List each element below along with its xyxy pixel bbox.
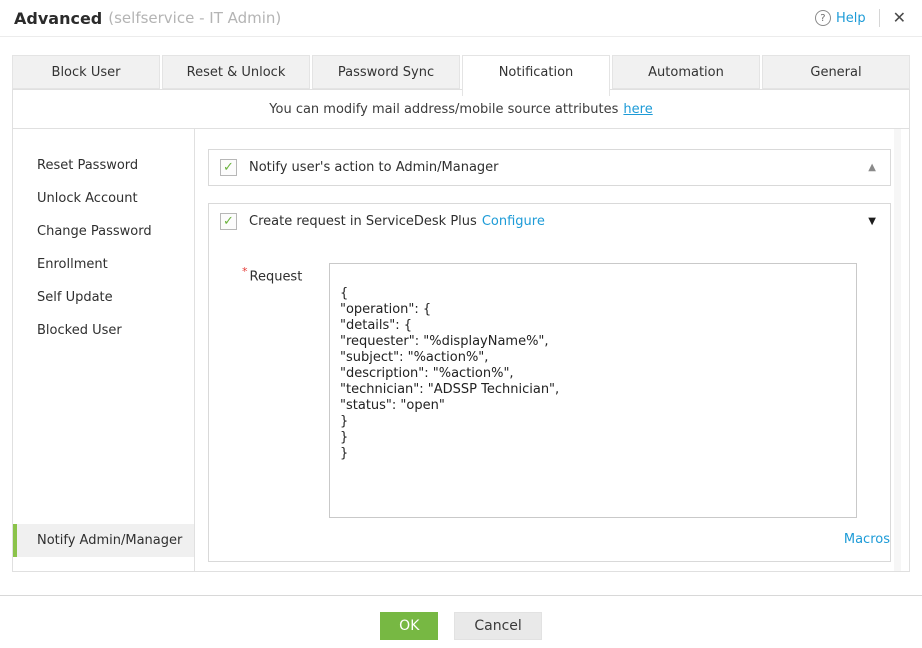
request-label: *Request — [242, 263, 329, 518]
notice-text: You can modify mail address/mobile sourc… — [269, 102, 618, 117]
request-field-row: *Request { "operation": { "details": { "… — [242, 263, 890, 518]
collapse-arrow-icon[interactable]: ▲ — [868, 162, 876, 173]
sidebar-item-reset-password[interactable]: Reset Password — [13, 149, 194, 182]
expand-arrow-icon[interactable]: ▼ — [868, 216, 876, 227]
tab-reset-unlock[interactable]: Reset & Unlock — [162, 55, 310, 89]
header-actions: ? Help ✕ — [815, 9, 906, 27]
checkmark-icon: ✓ — [223, 215, 234, 228]
sidebar: Reset Password Unlock Account Change Pas… — [13, 129, 195, 571]
tab-block-user[interactable]: Block User — [12, 55, 160, 89]
tab-general[interactable]: General — [762, 55, 910, 89]
servicedesk-label: Create request in ServiceDesk Plus — [249, 214, 477, 229]
notify-action-label: Notify user's action to Admin/Manager — [249, 160, 499, 175]
page-subtitle: (selfservice - IT Admin) — [108, 9, 281, 27]
required-asterisk: * — [242, 265, 248, 278]
notice-bar: You can modify mail address/mobile sourc… — [13, 90, 909, 129]
sidebar-item-enrollment[interactable]: Enrollment — [13, 248, 194, 281]
tab-automation[interactable]: Automation — [612, 55, 760, 89]
cancel-button[interactable]: Cancel — [454, 612, 541, 640]
tab-content-panel: You can modify mail address/mobile sourc… — [12, 89, 910, 572]
close-icon[interactable]: ✕ — [893, 10, 906, 26]
tab-notification[interactable]: Notification — [462, 55, 610, 96]
dialog-header: Advanced (selfservice - IT Admin) ? Help… — [0, 0, 922, 37]
servicedesk-section-header: ✓ Create request in ServiceDesk Plus Con… — [209, 204, 890, 239]
ok-button[interactable]: OK — [380, 612, 438, 640]
vertical-scrollbar[interactable] — [894, 129, 901, 571]
checkmark-icon: ✓ — [223, 161, 234, 174]
servicedesk-checkbox[interactable]: ✓ — [220, 213, 237, 230]
macros-link[interactable]: Macros — [844, 532, 890, 547]
request-label-text: Request — [250, 269, 303, 284]
sidebar-item-blocked-user[interactable]: Blocked User — [13, 314, 194, 347]
macros-row: Macros — [242, 532, 890, 547]
dialog-footer: OK Cancel — [0, 595, 922, 640]
main-panel: ✓ Notify user's action to Admin/Manager … — [195, 129, 909, 571]
page-title: Advanced — [14, 9, 102, 28]
sidebar-item-change-password[interactable]: Change Password — [13, 215, 194, 248]
notify-action-checkbox[interactable]: ✓ — [220, 159, 237, 176]
sidebar-item-self-update[interactable]: Self Update — [13, 281, 194, 314]
configure-link[interactable]: Configure — [482, 214, 545, 229]
notification-body: Reset Password Unlock Account Change Pas… — [13, 129, 909, 571]
servicedesk-section: ✓ Create request in ServiceDesk Plus Con… — [208, 203, 891, 562]
sidebar-item-unlock-account[interactable]: Unlock Account — [13, 182, 194, 215]
request-json-textarea[interactable]: { "operation": { "details": { "requester… — [329, 263, 857, 518]
notify-action-section: ✓ Notify user's action to Admin/Manager … — [208, 149, 891, 186]
sidebar-item-notify-admin-manager[interactable]: Notify Admin/Manager — [13, 524, 194, 557]
header-divider — [879, 9, 880, 27]
tab-password-sync[interactable]: Password Sync — [312, 55, 460, 89]
help-icon[interactable]: ? — [815, 10, 831, 26]
tab-bar: Block User Reset & Unlock Password Sync … — [12, 55, 910, 89]
help-link[interactable]: Help — [836, 11, 866, 26]
notice-here-link[interactable]: here — [623, 102, 652, 117]
